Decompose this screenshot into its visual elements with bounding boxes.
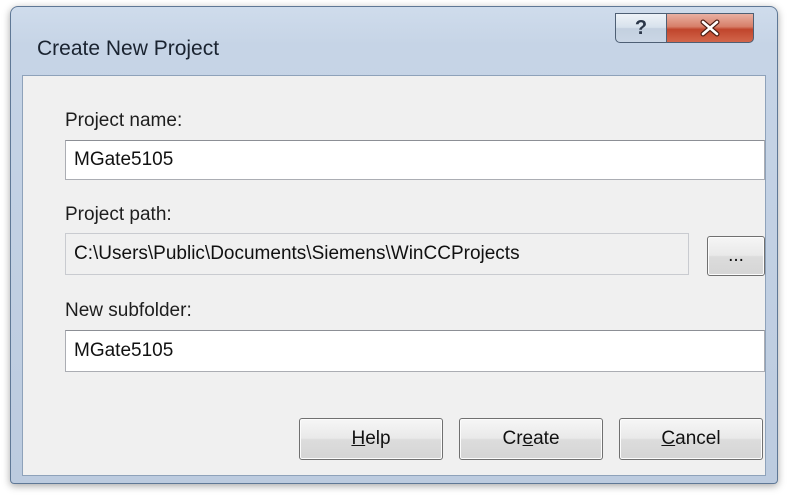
help-icon: ? — [634, 17, 648, 39]
dialog-title: Create New Project — [37, 37, 220, 60]
title-bar[interactable]: Create New Project ? — [11, 7, 777, 75]
browse-button[interactable]: ... — [707, 236, 765, 276]
cancel-button[interactable]: Cancel — [619, 418, 763, 460]
new-subfolder-input[interactable]: MGate5105 — [65, 330, 765, 372]
cancel-button-label: Cancel — [661, 428, 721, 449]
project-path-label: Project path: — [65, 204, 172, 225]
help-button-label: Help — [351, 428, 391, 449]
project-name-label: Project name: — [65, 110, 183, 131]
project-path-field[interactable]: C:\Users\Public\Documents\Siemens\WinCCP… — [65, 233, 689, 275]
new-subfolder-label: New subfolder: — [65, 300, 192, 321]
create-button-label: Create — [502, 428, 560, 449]
project-name-input[interactable]: MGate5105 — [65, 140, 765, 180]
help-button[interactable]: Help — [299, 418, 443, 460]
close-button[interactable] — [666, 13, 754, 43]
create-button[interactable]: Create — [459, 418, 603, 460]
dialog-window: Create New Project ? Project name: MGate… — [10, 6, 778, 484]
help-caption-button[interactable]: ? — [615, 13, 667, 43]
close-icon — [700, 19, 720, 37]
dialog-client-area: Project name: MGate5105 Project path: C:… — [22, 75, 766, 476]
